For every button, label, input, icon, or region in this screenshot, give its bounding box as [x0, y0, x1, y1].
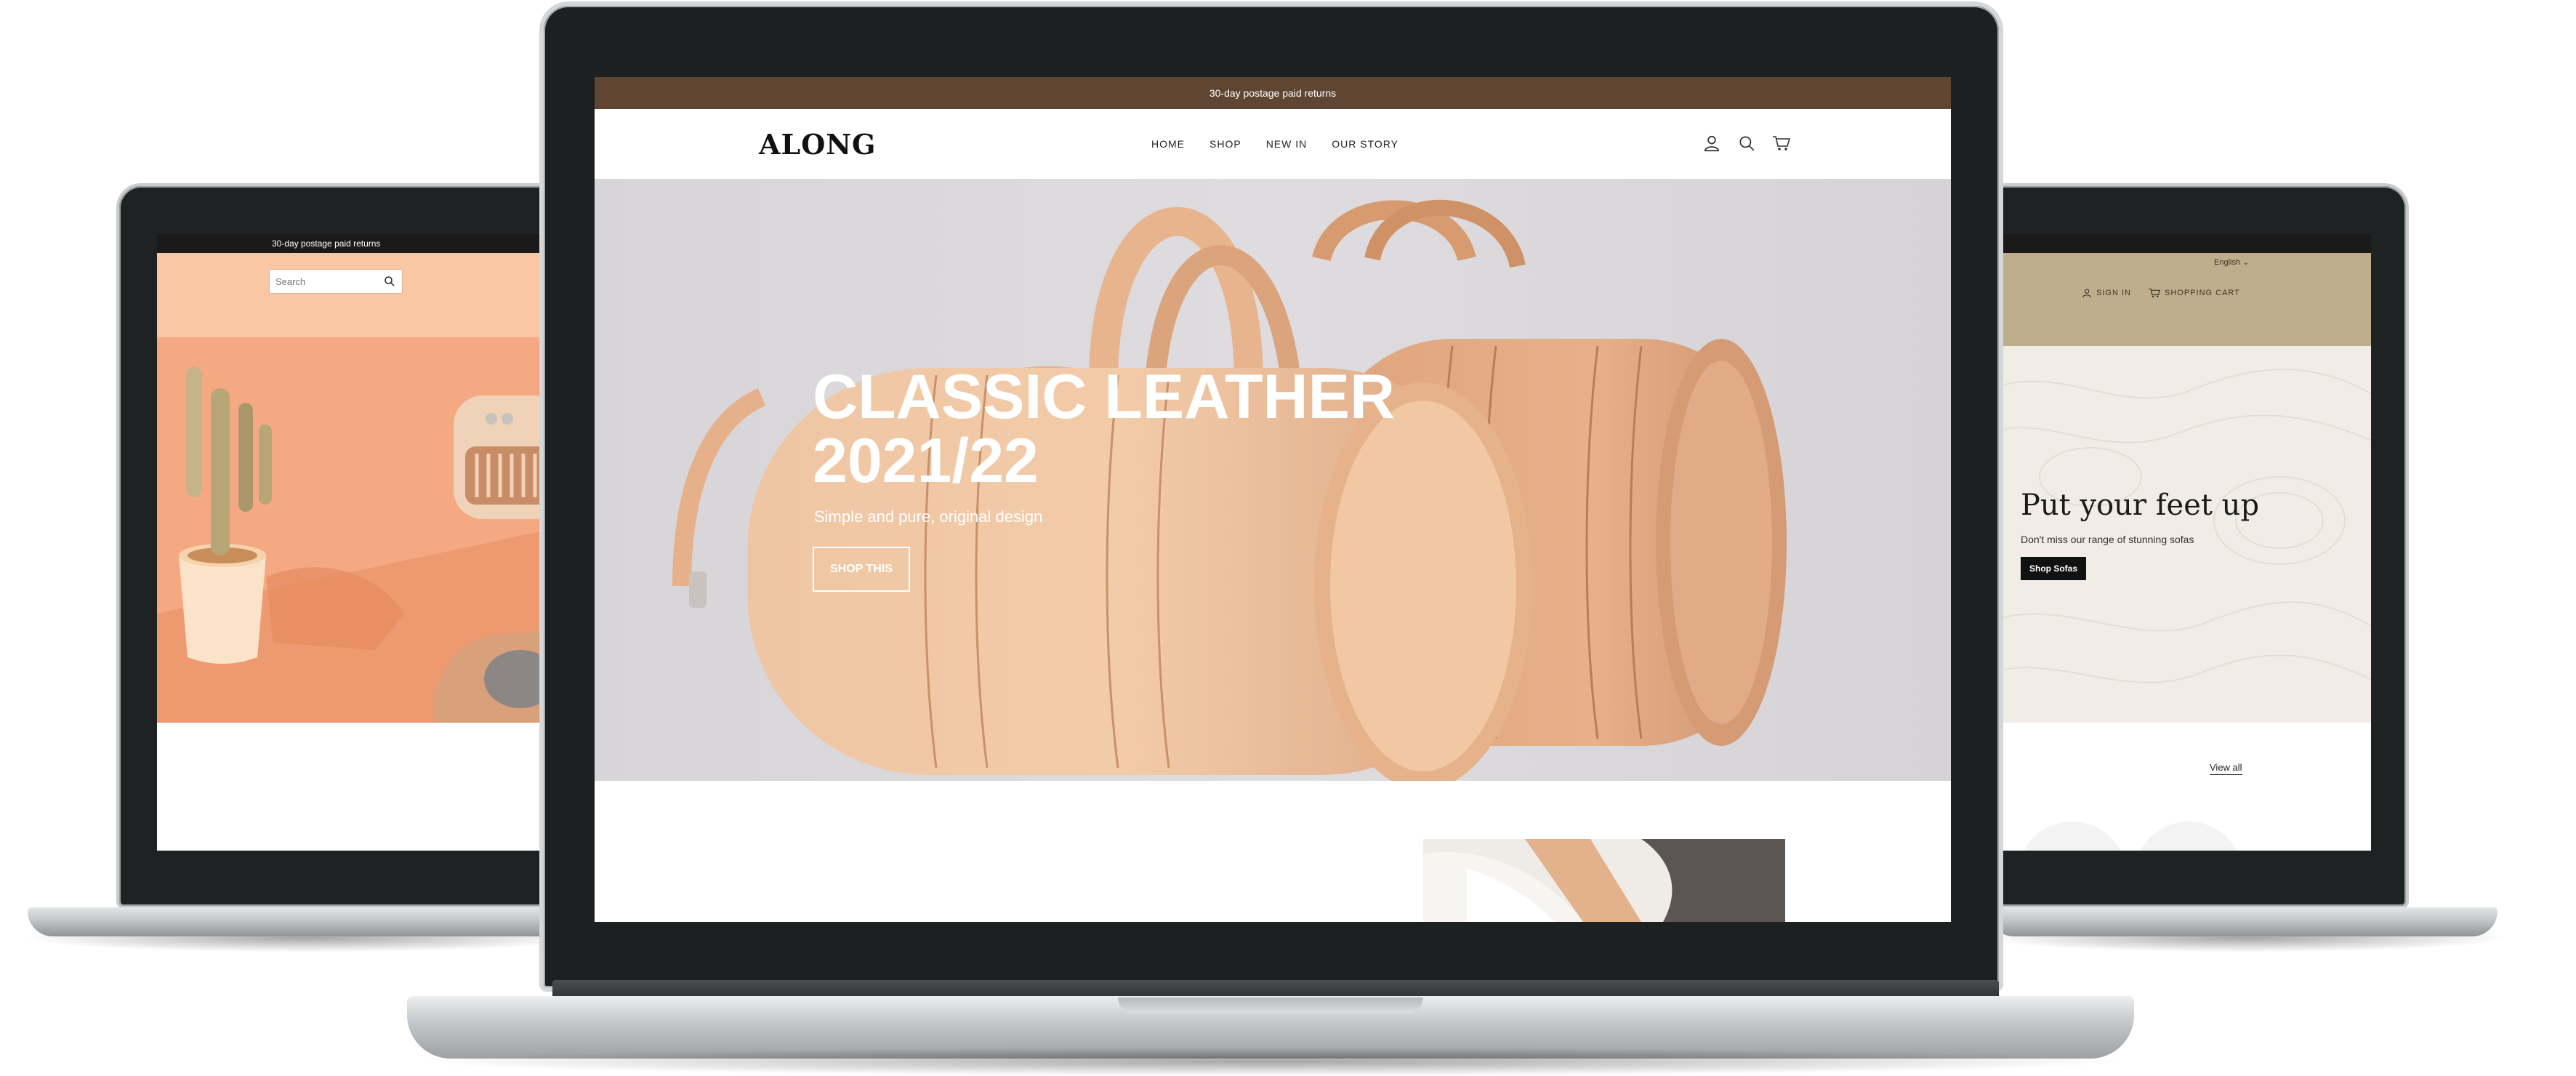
nav-our-story[interactable]: OUR STORY	[1332, 138, 1398, 150]
right-screen: English ⌄ SIGN IN SHOPPING CART Put your…	[2003, 234, 2371, 851]
center-laptop-notch	[1118, 997, 1423, 1013]
hero-title-line-2: 2021/22	[813, 426, 1039, 496]
hero-title: CLASSIC LEATHER 2021/22	[813, 365, 1395, 493]
hero-banner: CLASSIC LEATHER 2021/22 Simple and pure,…	[595, 179, 1951, 781]
header-icons	[1702, 134, 1791, 153]
announcement-bar: 30-day postage paid returns	[595, 77, 1951, 109]
featured-product-image[interactable]	[1423, 839, 1785, 922]
left-hero-image	[157, 337, 564, 723]
shop-this-button[interactable]: SHOP THIS	[813, 547, 910, 592]
left-search-input[interactable]	[275, 274, 377, 289]
left-search-box[interactable]	[269, 269, 403, 294]
right-top-strip	[2003, 234, 2371, 253]
left-announcement-bar: 30-day postage paid returns	[157, 234, 564, 253]
shopping-cart-label: SHOPPING CART	[2165, 289, 2240, 297]
search-icon[interactable]	[383, 275, 396, 288]
shop-sofas-button[interactable]: Shop Sofas	[2021, 557, 2087, 580]
nav-new-in[interactable]: NEW IN	[1266, 138, 1308, 150]
cactus-scene-illustration	[157, 337, 564, 723]
language-selector[interactable]: English ⌄	[2214, 257, 2249, 267]
left-screen: 30-day postage paid returns	[157, 234, 564, 851]
right-laptop-base	[1989, 907, 2497, 936]
user-icon	[2082, 289, 2091, 298]
main-nav: HOME SHOP NEW IN OUR STORY	[1151, 138, 1398, 150]
right-hero-subtitle: Don't miss our range of stunning sofas	[2021, 534, 2194, 545]
sign-in-label: SIGN IN	[2096, 289, 2131, 297]
shopping-cart-link[interactable]: SHOPPING CART	[2149, 288, 2240, 298]
nav-home[interactable]: HOME	[1151, 138, 1185, 150]
search-icon[interactable]	[1737, 134, 1756, 153]
view-all-link[interactable]: View all	[2210, 762, 2242, 775]
hero-title-line-1: CLASSIC LEATHER	[813, 362, 1396, 432]
cart-icon	[2149, 288, 2160, 298]
site-header: ALONG HOME SHOP NEW IN OUR STORY	[595, 109, 1951, 179]
right-hero-title: Put your feet up	[2021, 489, 2260, 522]
model-with-bag-photo	[1423, 839, 1785, 922]
sign-in-link[interactable]: SIGN IN	[2082, 288, 2131, 298]
site-logo[interactable]: ALONG	[759, 128, 877, 161]
right-hero: Put your feet up Don't miss our range of…	[2003, 346, 2371, 723]
nav-shop[interactable]: SHOP	[1209, 138, 1241, 150]
center-screen: 30-day postage paid returns ALONG HOME S…	[595, 77, 1951, 922]
center-laptop-shadow	[407, 1047, 2134, 1076]
left-announcement-text: 30-day postage paid returns	[272, 238, 381, 249]
left-laptop-base	[28, 907, 580, 936]
product-thumbnail[interactable]	[2018, 822, 2127, 851]
featured-section	[595, 781, 1951, 922]
account-icon[interactable]	[1702, 134, 1721, 153]
product-thumbnail[interactable]	[2134, 822, 2243, 851]
left-header	[157, 253, 564, 337]
left-lower-section	[157, 723, 564, 851]
hero-subtitle: Simple and pure, original design	[814, 507, 1043, 526]
right-lower-section: View all	[2003, 723, 2371, 851]
cart-icon[interactable]	[1772, 134, 1791, 153]
right-header: English ⌄ SIGN IN SHOPPING CART	[2003, 253, 2371, 346]
